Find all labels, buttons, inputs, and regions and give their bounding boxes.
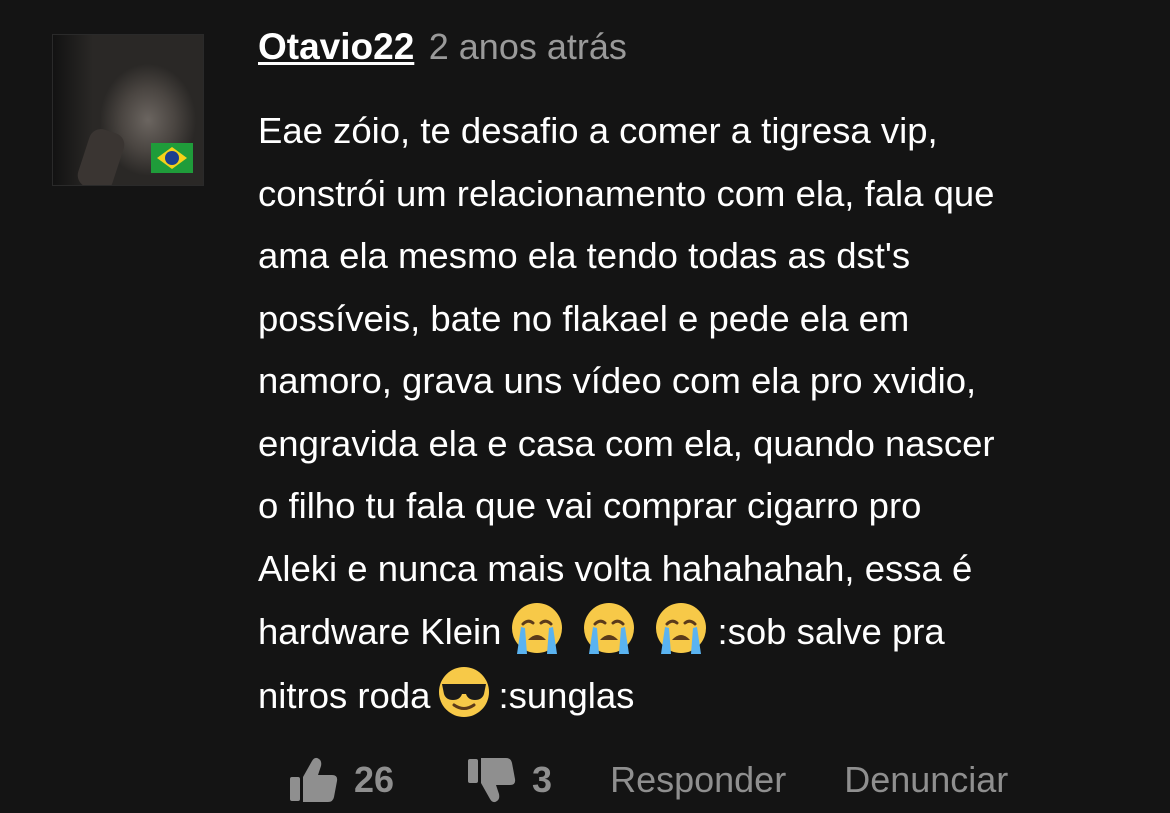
comment-line: ama ela mesmo ela tendo todas as dst's	[258, 235, 911, 276]
reply-button[interactable]: Responder	[610, 759, 786, 801]
comment-card: Otavio22 2 anos atrás Eae zóio, te desaf…	[0, 0, 1170, 813]
dislike-count: 3	[532, 759, 553, 800]
sob-emoji-icon	[584, 603, 635, 654]
sob-emoji-icon	[512, 603, 563, 654]
comment-line: Aleki e nunca mais volta hahahahah, essa…	[258, 547, 973, 589]
thumbs-up-icon	[290, 757, 338, 802]
comment-line: engravida ela e casa com ela, quando nas…	[258, 422, 995, 464]
like-button[interactable]: 26	[288, 755, 394, 805]
comment-text: nitros roda	[258, 674, 431, 716]
comment-line: hardware Klein :sob salve pra	[258, 600, 1138, 664]
comment-text: :sob salve pra	[717, 611, 945, 652]
thumbs-down-icon	[468, 758, 516, 803]
comment-text: hardware Klein	[258, 611, 502, 652]
comment-actions: 26 3 Responder Denunciar	[288, 752, 1008, 808]
comment-line: Eae zóio, te desafio a comer a tigresa v…	[258, 110, 938, 151]
sunglasses-emoji-icon	[439, 666, 490, 717]
comment-body: Eae zóio, te desafio a comer a tigresa v…	[258, 100, 1138, 727]
comment-header: Otavio22 2 anos atrás	[258, 26, 627, 68]
flag-globe	[165, 151, 179, 165]
comment-line: nitros roda :sunglas	[258, 664, 1138, 728]
comment-line: namoro, grava uns vídeo com ela pro xvid…	[258, 360, 977, 401]
brazil-flag-icon	[151, 143, 193, 173]
comment-timestamp: 2 anos atrás	[428, 26, 627, 67]
comment-line: o filho tu fala que vai comprar cigarro …	[258, 485, 922, 526]
sob-emoji-icon	[656, 603, 707, 654]
like-count: 26	[354, 759, 395, 800]
dislike-button[interactable]: 3	[466, 755, 552, 805]
report-button[interactable]: Denunciar	[844, 759, 1008, 801]
comment-line: possíveis, bate no flakael e pede ela em	[258, 297, 910, 339]
comment-line: constrói um relacionamento com ela, fala…	[258, 172, 995, 214]
comment-text: :sunglas	[498, 674, 635, 716]
avatar[interactable]	[52, 34, 204, 186]
username-link[interactable]: Otavio22	[258, 26, 414, 67]
